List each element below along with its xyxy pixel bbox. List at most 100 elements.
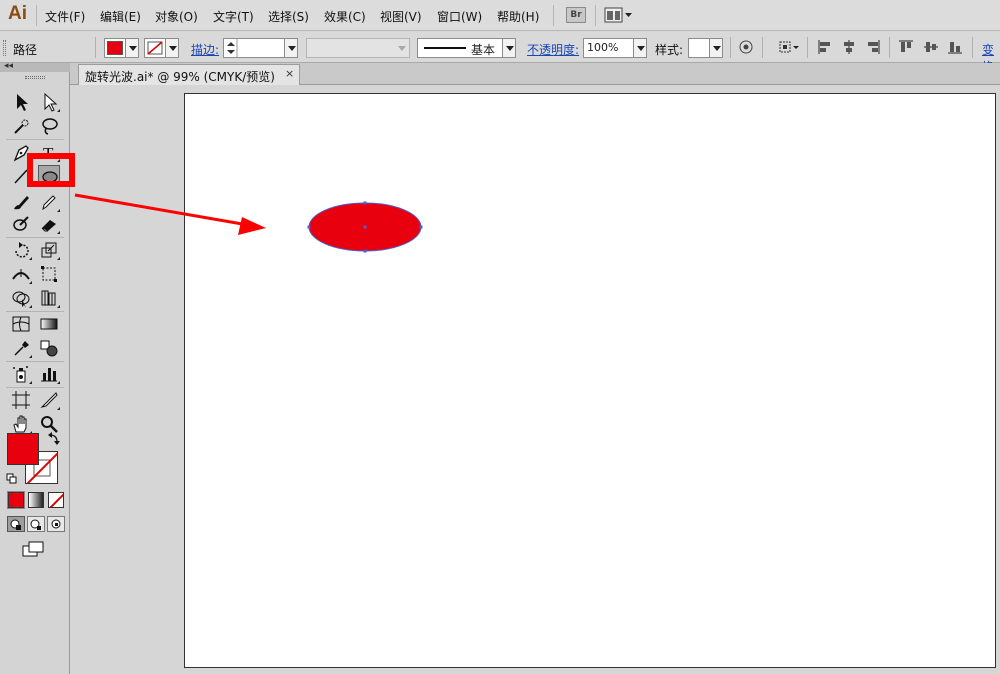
menu-edit[interactable]: 编辑(E): [100, 8, 141, 25]
align-to-button[interactable]: [778, 40, 802, 54]
stroke-color-dropdown[interactable]: [165, 38, 179, 58]
menu-view[interactable]: 视图(V): [380, 8, 422, 25]
selection-arrow-icon: [17, 94, 28, 111]
align-right-button[interactable]: [866, 40, 880, 54]
menu-effect[interactable]: 效果(C): [324, 8, 366, 25]
align-bottom-icon: [948, 42, 962, 54]
brush-definition-field[interactable]: 基本: [417, 38, 503, 58]
scale-tool[interactable]: [38, 239, 60, 261]
arrange-documents-button[interactable]: [604, 7, 634, 23]
selection-tool[interactable]: [10, 91, 32, 113]
paintbrush-tool[interactable]: [10, 191, 32, 213]
hand-tool[interactable]: [10, 413, 32, 435]
swap-fill-stroke-button[interactable]: [47, 431, 61, 445]
menu-object[interactable]: 对象(O): [155, 8, 198, 25]
screen-mode-icon: [22, 541, 44, 557]
graphic-style-dropdown[interactable]: [709, 38, 723, 58]
canvas-area[interactable]: [71, 86, 1000, 674]
swap-arrow-icon: [48, 432, 60, 445]
gradient-mode-button[interactable]: [28, 492, 44, 508]
menu-help[interactable]: 帮助(H): [497, 8, 539, 25]
gradient-tool[interactable]: [38, 313, 60, 335]
bridge-button[interactable]: Br: [566, 7, 586, 23]
align-left-icon: [818, 40, 830, 54]
tools-panel-header[interactable]: ◂◂: [0, 61, 70, 72]
pencil-tool[interactable]: [38, 191, 60, 213]
eraser-tool[interactable]: [38, 213, 60, 235]
menu-window[interactable]: 窗口(W): [437, 8, 482, 25]
lasso-tool[interactable]: [38, 115, 60, 137]
menu-select[interactable]: 选择(S): [268, 8, 309, 25]
menu-type[interactable]: 文字(T): [213, 8, 254, 25]
anchor-point: [363, 249, 367, 253]
document-tab[interactable]: 旋转光波.ai* @ 99% (CMYK/预览) ×: [78, 64, 300, 85]
none-mode-button[interactable]: [48, 492, 64, 508]
menu-divider: [553, 5, 554, 26]
style-label: 样式:: [655, 43, 684, 57]
width-tool[interactable]: [10, 263, 32, 285]
opacity-dropdown[interactable]: [633, 38, 647, 58]
direct-selection-tool[interactable]: [38, 91, 60, 113]
mesh-tool[interactable]: [10, 313, 32, 335]
perspective-grid-tool[interactable]: [38, 287, 60, 309]
align-vertical-center-icon: [924, 42, 938, 52]
graphic-style-swatch[interactable]: [688, 38, 710, 58]
collapse-panel-icon[interactable]: ◂◂: [4, 61, 13, 71]
chevron-down-icon: [398, 46, 406, 51]
draw-inside-button[interactable]: [47, 516, 65, 532]
fill-color-swatch[interactable]: [104, 38, 126, 58]
shape-builder-tool[interactable]: [10, 287, 32, 309]
brush-definition-dropdown[interactable]: [502, 38, 516, 58]
magic-wand-tool[interactable]: [10, 115, 32, 137]
stroke-panel-link[interactable]: 描边:: [191, 41, 219, 58]
panel-grip[interactable]: [25, 76, 45, 79]
close-tab-button[interactable]: ×: [285, 67, 294, 80]
ellipse-tool-highlight-box: [27, 153, 75, 187]
artboard-tool[interactable]: [10, 389, 32, 411]
menu-file[interactable]: 文件(F): [45, 8, 85, 25]
align-top-button[interactable]: [899, 40, 913, 54]
opacity-value: 100%: [587, 41, 619, 54]
anchor-point: [307, 225, 311, 229]
draw-inside-icon: [51, 519, 61, 529]
variable-width-profile[interactable]: [306, 38, 410, 58]
blend-tool[interactable]: [38, 337, 60, 359]
align-horizontal-center-button[interactable]: [842, 40, 856, 54]
artboard[interactable]: [184, 93, 996, 668]
app-logo: Ai: [8, 3, 27, 24]
stroke-color-swatch[interactable]: [144, 38, 166, 58]
align-left-button[interactable]: [818, 40, 832, 54]
slice-tool[interactable]: [38, 389, 60, 411]
align-vertical-center-button[interactable]: [924, 40, 938, 54]
default-colors-icon: [6, 473, 17, 484]
align-top-icon: [899, 40, 913, 52]
opacity-field[interactable]: 100%: [583, 38, 634, 58]
stroke-weight-dropdown[interactable]: [284, 38, 298, 58]
color-mode-button[interactable]: [7, 491, 25, 509]
stroke-weight-field[interactable]: [223, 38, 285, 58]
screen-mode-button[interactable]: [22, 541, 46, 557]
rotate-tool[interactable]: [10, 239, 32, 261]
divider: [95, 37, 96, 58]
paintbrush-icon: [14, 196, 29, 210]
mesh-icon: [12, 316, 30, 332]
menu-bar: Ai 文件(F) 编辑(E) 对象(O) 文字(T) 选择(S) 效果(C) 视…: [0, 0, 1000, 31]
anchor-point: [419, 225, 423, 229]
symbol-sprayer-tool[interactable]: [10, 363, 32, 385]
draw-behind-button[interactable]: [27, 516, 45, 532]
opacity-panel-link[interactable]: 不透明度:: [527, 41, 579, 58]
align-bottom-button[interactable]: [948, 40, 962, 54]
arrange-documents-icon: [604, 7, 632, 23]
menu-divider: [595, 5, 596, 26]
recolor-artwork-button[interactable]: [739, 40, 753, 54]
free-transform-tool[interactable]: [38, 263, 60, 285]
blob-brush-tool[interactable]: [10, 213, 32, 235]
fill-color-dropdown[interactable]: [125, 38, 139, 58]
fill-color-box[interactable]: [7, 433, 39, 465]
default-fill-stroke-button[interactable]: [6, 473, 18, 485]
divider: [730, 37, 731, 58]
column-graph-tool[interactable]: [38, 363, 60, 385]
draw-normal-button[interactable]: [7, 516, 25, 532]
eyedropper-tool[interactable]: [10, 337, 32, 359]
artwork-layer: [307, 201, 423, 253]
